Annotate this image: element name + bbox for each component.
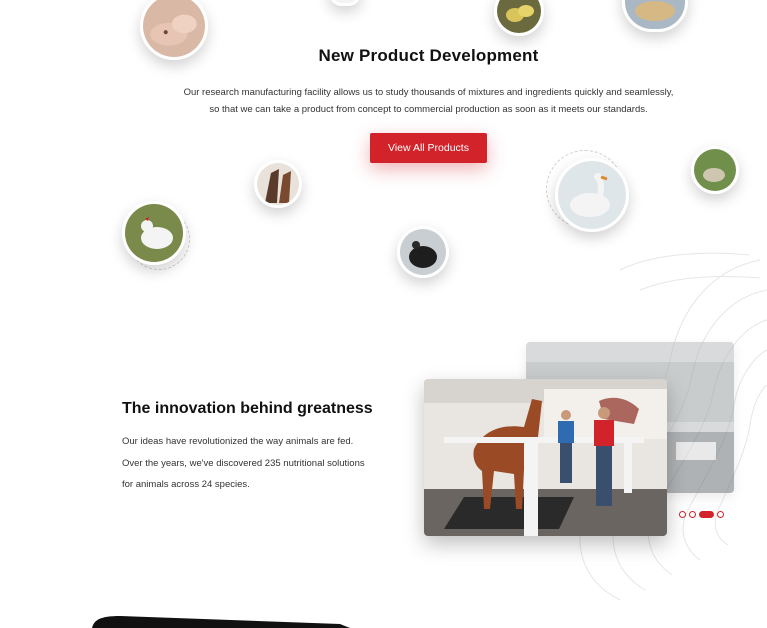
goose-icon	[555, 158, 629, 232]
carousel-dots	[679, 511, 724, 518]
ducklings-icon	[329, 0, 361, 6]
carousel-slide-active[interactable]	[424, 379, 667, 536]
horses-icon	[254, 160, 302, 208]
innovation-text: Our ideas have revolutionized the way an…	[122, 431, 412, 496]
view-all-products-button[interactable]: View All Products	[370, 133, 487, 163]
innovation-line-2: Over the years, we've discovered 235 nut…	[122, 457, 365, 469]
sheep-icon	[691, 146, 739, 194]
carousel-dot[interactable]	[717, 511, 724, 518]
flock-icon	[622, 0, 688, 32]
turkey-icon	[397, 226, 449, 278]
innovation-line-1: Our ideas have revolutionized the way an…	[122, 436, 354, 447]
section-description: Our research manufacturing facility allo…	[170, 84, 687, 118]
carousel-dot-active[interactable]	[699, 511, 714, 518]
chicken-icon	[122, 201, 186, 265]
innovation-line-3: for animals across 24 species.	[122, 479, 250, 490]
carousel-dot[interactable]	[679, 511, 686, 518]
chicks-icon	[494, 0, 544, 36]
brush-stroke-divider	[92, 616, 350, 628]
description-line-2: so that we can take a product from conce…	[209, 104, 648, 115]
page-title: New Product Development	[318, 46, 539, 65]
innovation-title: The innovation behind greatness	[122, 400, 373, 417]
carousel-dot[interactable]	[689, 511, 696, 518]
description-line-1: Our research manufacturing facility allo…	[183, 87, 674, 98]
